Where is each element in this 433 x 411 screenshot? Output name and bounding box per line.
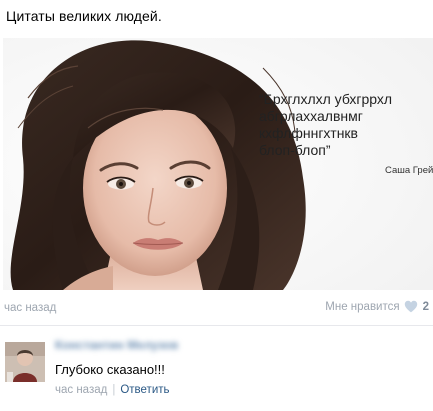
comment-item: Константин Мелузов Глубоко сказано!!! ча… [0, 326, 433, 411]
comment-meta: час назад | Ответить [55, 384, 170, 396]
meta-separator: | [112, 384, 116, 396]
heart-icon [404, 300, 418, 313]
image-quote-text: “Брхглхлхл убхгррхл абгрлаххалвнмг кхфлф… [259, 91, 393, 158]
comment-text: Глубоко сказано!!! [55, 362, 165, 377]
commenter-name[interactable]: Константин Мелузов [55, 338, 178, 352]
post-footer: час назад Мне нравится 2 [0, 296, 433, 320]
post-time-link[interactable]: час назад [4, 302, 56, 314]
commenter-avatar[interactable] [5, 342, 45, 382]
portrait-illustration [3, 38, 433, 290]
like-count: 2 [422, 300, 429, 313]
like-button[interactable]: Мне нравится 2 [325, 300, 429, 313]
reply-link[interactable]: Ответить [120, 384, 169, 396]
post-text: Цитаты великих людей. [6, 8, 162, 24]
post-photo[interactable]: “Брхглхлхл убхгррхл абгрлаххалвнмг кхфлф… [3, 38, 433, 290]
comment-time-link[interactable]: час назад [55, 384, 107, 396]
like-label: Мне нравится [325, 300, 400, 313]
image-quote-author: Саша Грей [385, 165, 433, 176]
wall-post: Цитаты великих людей. “Брхглхлхл убхгррх… [0, 0, 433, 411]
